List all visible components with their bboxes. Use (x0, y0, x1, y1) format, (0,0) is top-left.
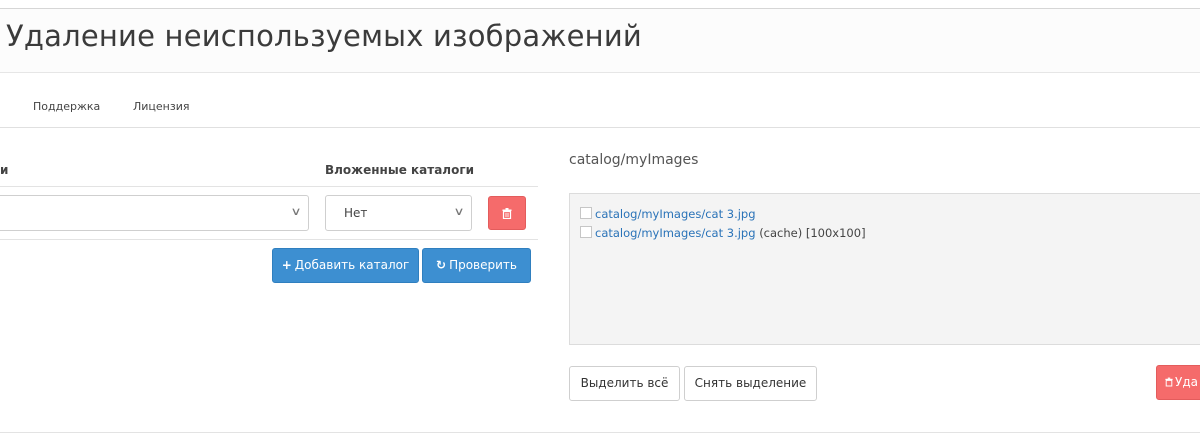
list-item: catalog/myImages/cat 3.jpg (580, 207, 756, 221)
tab-support[interactable]: Поддержка (33, 100, 100, 113)
file-list-panel: catalog/myImages/cat 3.jpg catalog/myIma… (569, 193, 1200, 345)
page-title: Удаление неиспользуемых изображений (6, 19, 642, 53)
file-link[interactable]: catalog/myImages/cat 3.jpg (595, 207, 756, 221)
chevron-down-icon: ∨ (453, 205, 465, 218)
file-checkbox[interactable] (580, 226, 592, 238)
nested-folders-select[interactable]: Нет ∨ (325, 195, 472, 231)
plus-icon: + (281, 258, 292, 272)
nested-folders-value: Нет (344, 206, 368, 220)
tab-bar: Поддержка Лицензия (0, 73, 1200, 128)
tab-license[interactable]: Лицензия (133, 100, 189, 113)
trash-icon (502, 208, 512, 219)
add-folder-label: Добавить каталог (294, 258, 410, 272)
bottom-border (0, 432, 1200, 433)
check-label: Проверить (449, 258, 517, 272)
delete-button[interactable]: Уда (1156, 365, 1200, 400)
folder-select[interactable]: ∨ (0, 195, 309, 231)
add-folder-button[interactable]: + Добавить каталог (272, 248, 419, 283)
table-row-divider (0, 239, 538, 240)
table-header-divider (0, 186, 538, 187)
delete-label: Уда (1175, 375, 1198, 389)
page-header: Удаление неиспользуемых изображений (0, 9, 1200, 73)
file-checkbox[interactable] (580, 207, 592, 219)
select-all-button[interactable]: Выделить всё (569, 366, 680, 401)
file-cache-note: (cache) [100x100] (759, 226, 866, 240)
deselect-button[interactable]: Снять выделение (684, 366, 817, 401)
trash-icon (1165, 377, 1173, 387)
folders-column-header: и (0, 163, 9, 177)
nested-folders-column-header: Вложенные каталоги (325, 163, 475, 177)
remove-folder-button[interactable] (488, 196, 526, 230)
file-link[interactable]: catalog/myImages/cat 3.jpg (595, 226, 756, 240)
chevron-down-icon: ∨ (290, 205, 302, 218)
check-button[interactable]: ↻ Проверить (422, 248, 531, 283)
list-item: catalog/myImages/cat 3.jpg (cache) [100x… (580, 226, 866, 240)
results-path-title: catalog/myImages (569, 152, 699, 168)
refresh-icon: ↻ (436, 258, 447, 272)
